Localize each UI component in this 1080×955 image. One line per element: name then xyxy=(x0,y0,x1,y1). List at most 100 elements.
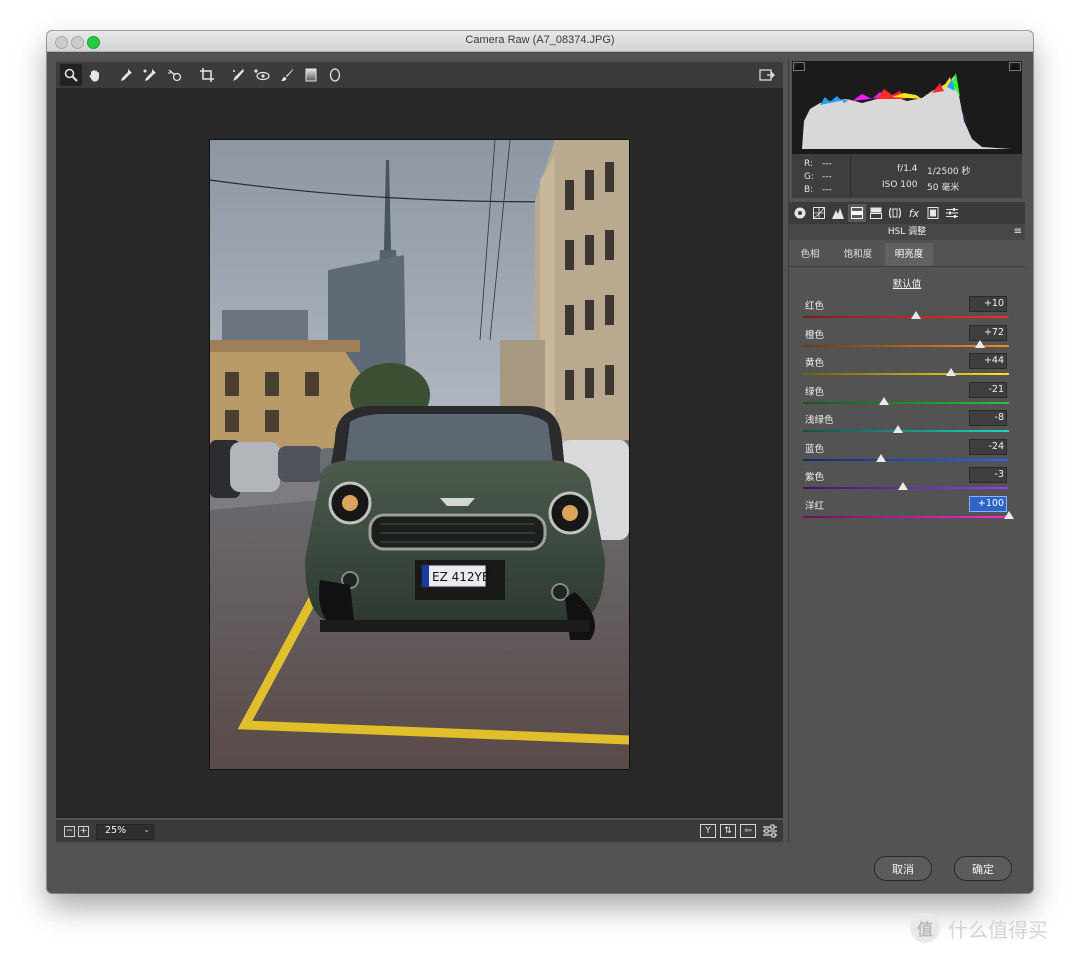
slider-thumb[interactable] xyxy=(892,425,903,433)
tab-luminance[interactable]: 明亮度 xyxy=(885,243,933,266)
zoom-tool-icon[interactable] xyxy=(60,64,82,86)
chevron-down-icon: ⌄ xyxy=(143,825,150,834)
slider-row: 黄色 +44 xyxy=(803,353,1009,381)
zoom-level-value: 25% xyxy=(105,825,127,836)
watermark-text: 什么值得买 xyxy=(948,917,1048,942)
street-car-photo: EZ 412YB xyxy=(210,140,629,769)
highlight-clipping-warning-icon[interactable] xyxy=(1009,62,1021,71)
b-value: --- xyxy=(822,185,832,195)
slider-value-field[interactable]: +100 xyxy=(969,495,1007,512)
slider-label: 红色 xyxy=(805,301,825,312)
copy-settings-icon[interactable]: ⇦ xyxy=(740,824,756,838)
hsl-subtabs: 色相 饱和度 明亮度 xyxy=(789,243,1025,267)
slider-value-field[interactable]: -3 xyxy=(969,467,1007,483)
slider-value-field[interactable]: -24 xyxy=(969,438,1007,455)
watermark: 值 什么值得买 xyxy=(910,911,1048,945)
slider-value-field[interactable]: +10 xyxy=(969,296,1007,312)
cancel-button[interactable]: 取消 xyxy=(874,856,932,881)
targeted-adjustment-tool-icon[interactable] xyxy=(164,64,186,86)
slider-thumb[interactable] xyxy=(876,453,887,462)
camera-info: R: --- G: --- B: --- f/1.4 1/2500 秒 ISO … xyxy=(792,154,1022,198)
hand-tool-icon[interactable] xyxy=(84,64,106,86)
panel-title: HSL 调整 ≡ xyxy=(789,224,1025,240)
ok-button[interactable]: 确定 xyxy=(954,856,1012,881)
red-eye-tool-icon[interactable] xyxy=(251,64,273,86)
slider-row: 蓝色 -24 xyxy=(803,438,1009,467)
slider-thumb[interactable] xyxy=(946,368,957,376)
slider-value-field[interactable]: +44 xyxy=(969,353,1007,369)
slider-label: 洋红 xyxy=(805,500,825,512)
slider-value-field[interactable]: -21 xyxy=(969,381,1007,398)
lens-corrections-panel-icon[interactable] xyxy=(886,204,904,222)
slider-label: 绿色 xyxy=(805,386,825,398)
slider-value-field[interactable]: -8 xyxy=(969,410,1007,426)
slider-thumb[interactable] xyxy=(1004,510,1014,519)
slider-track[interactable] xyxy=(803,515,1009,518)
slider-label: 橙色 xyxy=(805,329,825,341)
presets-panel-icon[interactable] xyxy=(943,204,961,222)
effects-panel-icon[interactable]: fx xyxy=(905,204,923,222)
slider-track[interactable] xyxy=(803,458,1009,461)
hsl-panel-icon[interactable] xyxy=(848,204,866,222)
adjustment-brush-icon[interactable] xyxy=(276,64,298,86)
panel-menu-icon[interactable]: ≡ xyxy=(1014,224,1022,240)
open-preferences-icon[interactable] xyxy=(756,64,778,86)
image-preview-area[interactable]: EZ 412YB xyxy=(56,88,783,818)
slider-track[interactable] xyxy=(803,316,1009,318)
white-balance-tool-icon[interactable] xyxy=(115,64,137,86)
slider-row: 洋红 +100 xyxy=(803,495,1014,524)
r-value: --- xyxy=(822,159,832,169)
slider-thumb[interactable] xyxy=(911,311,922,319)
tone-curve-panel-icon[interactable] xyxy=(810,204,828,222)
slider-row: 红色 +10 xyxy=(803,296,1009,324)
slider-thumb[interactable] xyxy=(879,396,890,405)
slider-row: 绿色 -21 xyxy=(803,381,1009,410)
slider-value-field[interactable]: +72 xyxy=(969,324,1007,341)
basic-panel-icon[interactable] xyxy=(791,204,809,222)
slider-label: 紫色 xyxy=(805,472,825,483)
slider-thumb[interactable] xyxy=(975,339,986,348)
default-link[interactable]: 默认值 xyxy=(789,276,1025,290)
window-title: Camera Raw (A7_08374.JPG) xyxy=(465,34,615,46)
camera-calibration-panel-icon[interactable] xyxy=(924,204,942,222)
slider-track[interactable] xyxy=(803,430,1009,432)
iso-value: ISO 100 xyxy=(882,180,918,190)
zoom-in-button[interactable]: + xyxy=(78,826,89,837)
shutter-value: 1/2500 秒 xyxy=(927,167,971,177)
toggle-settings-icon[interactable] xyxy=(762,823,778,838)
license-plate-text: EZ 412YB xyxy=(432,570,490,584)
slider-label: 蓝色 xyxy=(805,443,825,455)
zoom-level-select[interactable]: 25% ⌄ xyxy=(96,824,154,840)
tab-hue[interactable]: 色相 xyxy=(789,243,831,266)
swap-settings-icon[interactable]: ⇅ xyxy=(720,824,736,838)
g-value: --- xyxy=(822,172,832,182)
tool-bar xyxy=(56,62,783,88)
radial-filter-icon[interactable] xyxy=(324,64,346,86)
crop-tool-icon[interactable] xyxy=(196,64,218,86)
slider-row: 浅绿色 -8 xyxy=(803,410,1009,438)
preview-status-bar: − + 25% ⌄ Y ⇅ ⇦ xyxy=(56,820,783,842)
zoom-out-button[interactable]: − xyxy=(64,826,75,837)
slider-track[interactable] xyxy=(803,401,1009,404)
title-bar: Camera Raw (A7_08374.JPG) xyxy=(47,31,1033,52)
histogram xyxy=(792,61,1022,154)
camera-raw-window: Camera Raw (A7_08374.JPG) EZ 412YB − + 2… xyxy=(47,31,1033,893)
slider-track[interactable] xyxy=(803,373,1009,375)
before-after-view-icon[interactable]: Y xyxy=(700,824,716,838)
split-toning-panel-icon[interactable] xyxy=(867,204,885,222)
photo-preview[interactable]: EZ 412YB xyxy=(209,139,630,770)
color-sampler-tool-icon[interactable] xyxy=(139,64,161,86)
watermark-logo: 值 xyxy=(910,913,940,943)
focal-length-value: 50 毫米 xyxy=(927,183,960,193)
tab-saturation[interactable]: 饱和度 xyxy=(835,243,881,266)
b-label: B: xyxy=(804,185,814,195)
spot-removal-tool-icon[interactable] xyxy=(227,64,249,86)
watermark-logo-text: 值 xyxy=(916,920,933,939)
detail-panel-icon[interactable] xyxy=(829,204,847,222)
slider-thumb[interactable] xyxy=(897,482,908,490)
panel-title-text: HSL 调整 xyxy=(887,227,927,237)
panel-tabs: fx xyxy=(789,202,1025,224)
slider-row: 紫色 -3 xyxy=(803,467,1009,495)
graduated-filter-icon[interactable] xyxy=(300,64,322,86)
shadow-clipping-warning-icon[interactable] xyxy=(793,62,805,71)
